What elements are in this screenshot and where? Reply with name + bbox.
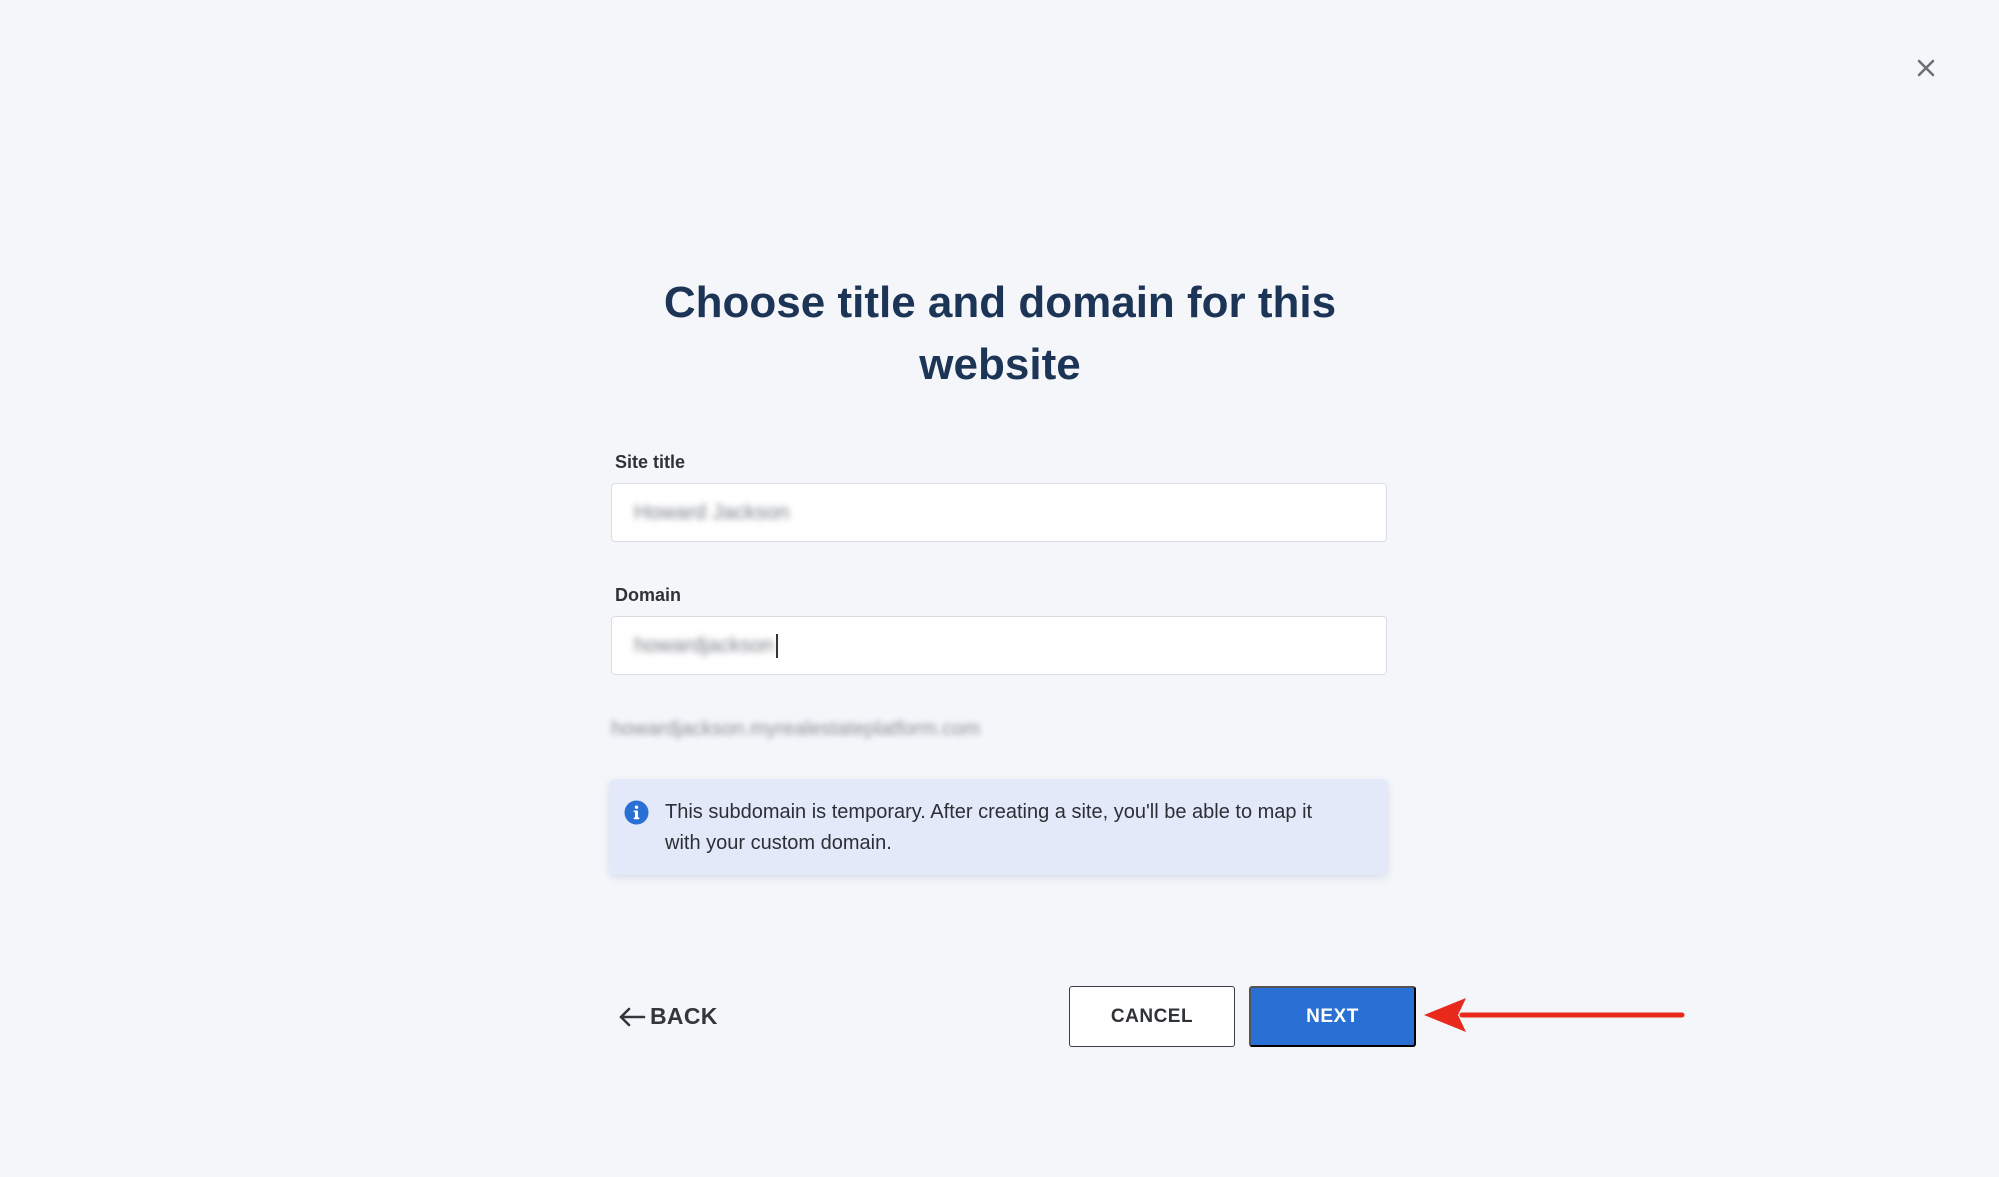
dialog-title: Choose title and domain for this website — [663, 278, 1337, 389]
next-button[interactable]: NEXT — [1249, 986, 1416, 1047]
info-text-line-1: This subdomain is temporary. After creat… — [665, 801, 1313, 823]
domain-label: Domain — [615, 585, 682, 605]
arrow-left-icon — [618, 1006, 646, 1028]
domain-input[interactable]: howardjackson — [611, 616, 1387, 675]
back-label: BACK — [650, 1003, 718, 1029]
site-title-input[interactable]: Howard Jackson — [611, 483, 1387, 542]
back-button[interactable]: BACK — [618, 1003, 718, 1030]
text-caret — [776, 633, 779, 658]
info-icon — [624, 800, 649, 825]
info-notice: This subdomain is temporary. After creat… — [609, 779, 1388, 875]
close-button[interactable] — [1910, 52, 1942, 84]
info-text-line-2: with your custom domain. — [665, 832, 892, 854]
domain-value: howardjackson — [634, 633, 775, 657]
cancel-button[interactable]: CANCEL — [1069, 986, 1235, 1047]
url-preview: howardjackson.myrealestateplatform.com — [611, 718, 981, 740]
close-icon — [1917, 59, 1935, 77]
red-arrow-icon — [1420, 992, 1690, 1038]
site-title-label: Site title — [615, 452, 686, 472]
site-title-value: Howard Jackson — [634, 500, 790, 524]
